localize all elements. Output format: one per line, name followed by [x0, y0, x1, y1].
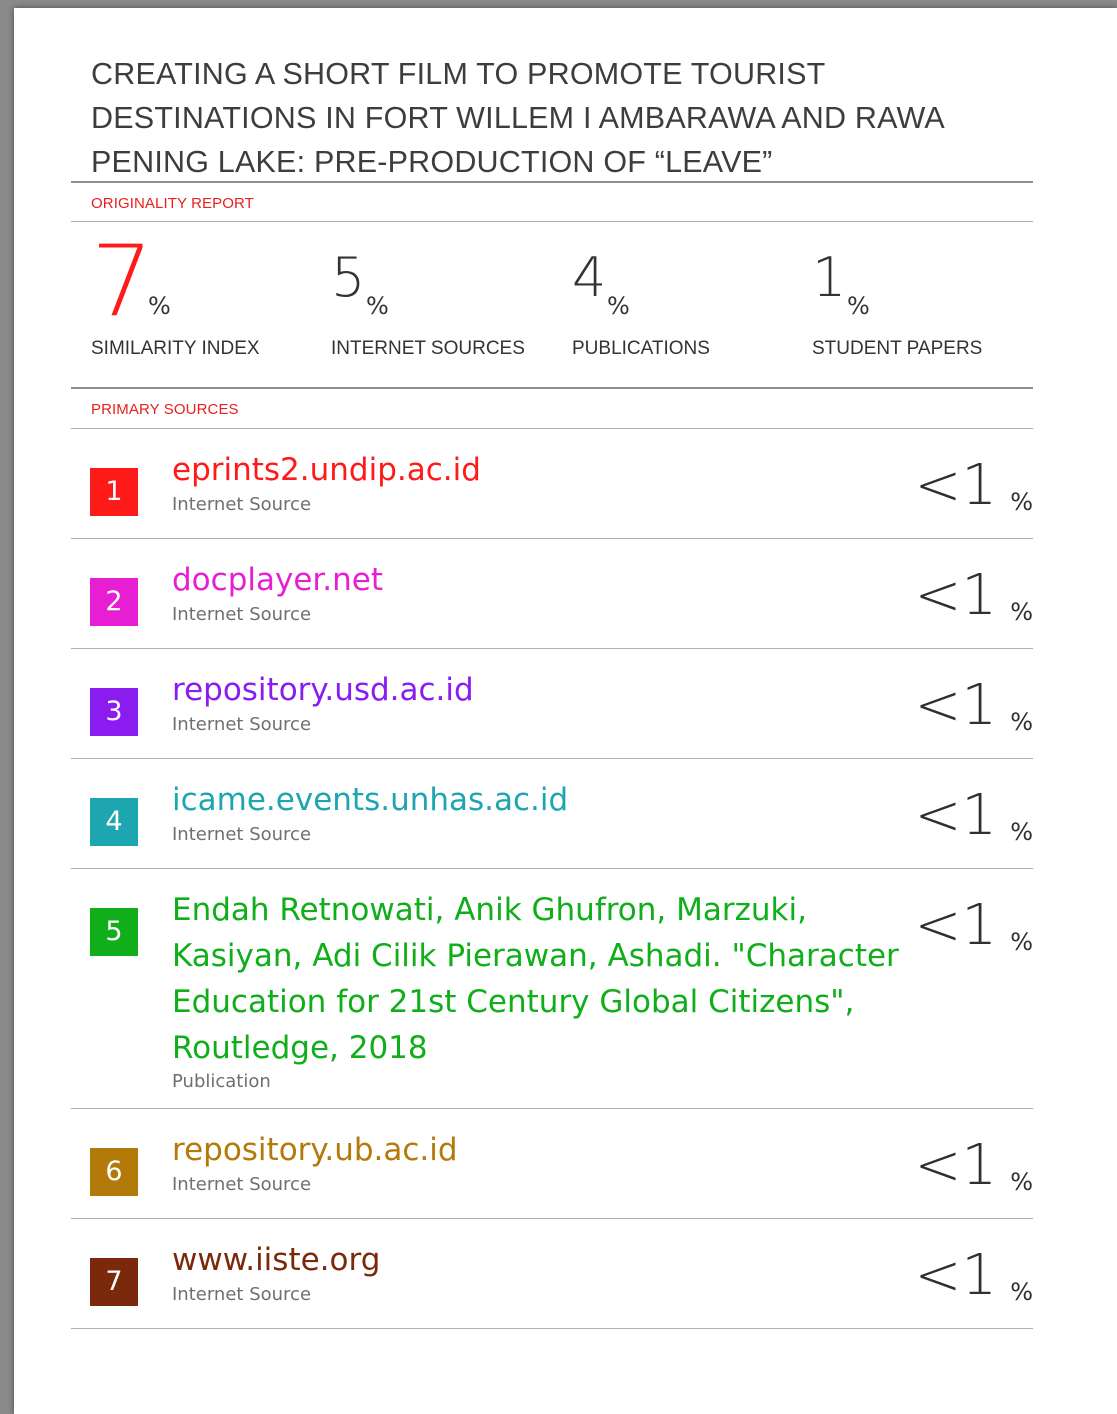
originality-report-label: ORIGINALITY REPORT — [91, 195, 254, 212]
publications-label: PUBLICATIONS — [572, 338, 710, 359]
source-match-unit: % — [1010, 708, 1033, 736]
source-type: Internet Source — [172, 494, 312, 515]
source-name[interactable]: repository.ub.ac.id — [172, 1127, 458, 1173]
source-rank-badge: 3 — [90, 688, 138, 736]
source-type: Internet Source — [172, 714, 312, 735]
source-type: Internet Source — [172, 1174, 312, 1195]
stat-similarity-index: 7 % SIMILARITY INDEX — [91, 232, 321, 361]
source-name[interactable]: repository.usd.ac.id — [172, 667, 474, 713]
source-match: <1 % — [913, 453, 1033, 523]
stat-internet-sources: 5 % INTERNET SOURCES — [331, 246, 561, 361]
source-match: <1 % — [913, 893, 1033, 963]
source-row: 6 repository.ub.ac.id Internet Source <1… — [71, 1109, 1033, 1219]
internet-sources-unit: % — [366, 292, 389, 320]
source-match: <1 % — [913, 783, 1033, 853]
source-type: Internet Source — [172, 1284, 312, 1305]
source-rank-badge: 5 — [90, 908, 138, 956]
source-name[interactable]: Endah Retnowati, Anik Ghufron, Marzuki, … — [172, 887, 907, 1071]
internet-sources-value: 5 — [331, 246, 366, 309]
publications-value: 4 — [572, 246, 607, 309]
source-match: <1 % — [913, 673, 1033, 743]
similarity-index-label: SIMILARITY INDEX — [91, 338, 260, 359]
source-rank-badge: 4 — [90, 798, 138, 846]
student-papers-label: STUDENT PAPERS — [812, 338, 983, 359]
student-papers-unit: % — [847, 292, 870, 320]
student-papers-value: 1 — [812, 246, 847, 309]
source-match-unit: % — [1010, 928, 1033, 956]
internet-sources-label: INTERNET SOURCES — [331, 338, 525, 359]
source-type: Publication — [172, 1071, 271, 1092]
source-rank-badge: 2 — [90, 578, 138, 626]
primary-sources-label: PRIMARY SOURCES — [91, 401, 239, 418]
source-match-unit: % — [1010, 818, 1033, 846]
source-match: <1 % — [913, 1133, 1033, 1203]
title-divider — [71, 181, 1033, 183]
similarity-index-value: 7 — [91, 225, 154, 339]
source-match-value: <1 — [914, 453, 997, 518]
source-match-unit: % — [1010, 1278, 1033, 1306]
source-row: 3 repository.usd.ac.id Internet Source <… — [71, 649, 1033, 759]
source-row: 1 eprints2.undip.ac.id Internet Source <… — [71, 429, 1033, 539]
source-row: 7 www.iiste.org Internet Source <1 % — [71, 1219, 1033, 1329]
publications-unit: % — [607, 292, 630, 320]
source-match-unit: % — [1010, 488, 1033, 516]
originality-divider — [71, 221, 1033, 222]
source-rank-badge: 7 — [90, 1258, 138, 1306]
stat-publications: 4 % PUBLICATIONS — [572, 246, 802, 361]
similarity-index-unit: % — [148, 292, 171, 320]
stats-divider — [71, 387, 1033, 389]
document-title: CREATING A SHORT FILM TO PROMOTE TOURIST… — [91, 57, 944, 179]
source-type: Internet Source — [172, 604, 312, 625]
source-name[interactable]: eprints2.undip.ac.id — [172, 447, 481, 493]
source-match-value: <1 — [914, 783, 997, 848]
source-rank-badge: 6 — [90, 1148, 138, 1196]
source-match: <1 % — [913, 1243, 1033, 1313]
source-match-value: <1 — [914, 1133, 997, 1198]
source-match: <1 % — [913, 563, 1033, 633]
source-name[interactable]: www.iiste.org — [172, 1237, 380, 1283]
source-row: 4 icame.events.unhas.ac.id Internet Sour… — [71, 759, 1033, 869]
source-row: 2 docplayer.net Internet Source <1 % — [71, 539, 1033, 649]
source-rank-badge: 1 — [90, 468, 138, 516]
source-match-value: <1 — [914, 1243, 997, 1308]
report-page: CREATING A SHORT FILM TO PROMOTE TOURIST… — [14, 8, 1117, 1414]
source-row: 5 Endah Retnowati, Anik Ghufron, Marzuki… — [71, 869, 1033, 1109]
source-name[interactable]: icame.events.unhas.ac.id — [172, 777, 568, 823]
source-match-value: <1 — [914, 563, 997, 628]
source-match-unit: % — [1010, 598, 1033, 626]
source-match-unit: % — [1010, 1168, 1033, 1196]
source-name[interactable]: docplayer.net — [172, 557, 383, 603]
row-divider — [71, 1328, 1033, 1329]
source-type: Internet Source — [172, 824, 312, 845]
stat-student-papers: 1 % STUDENT PAPERS — [812, 246, 1042, 361]
source-match-value: <1 — [914, 893, 997, 958]
source-match-value: <1 — [914, 673, 997, 738]
